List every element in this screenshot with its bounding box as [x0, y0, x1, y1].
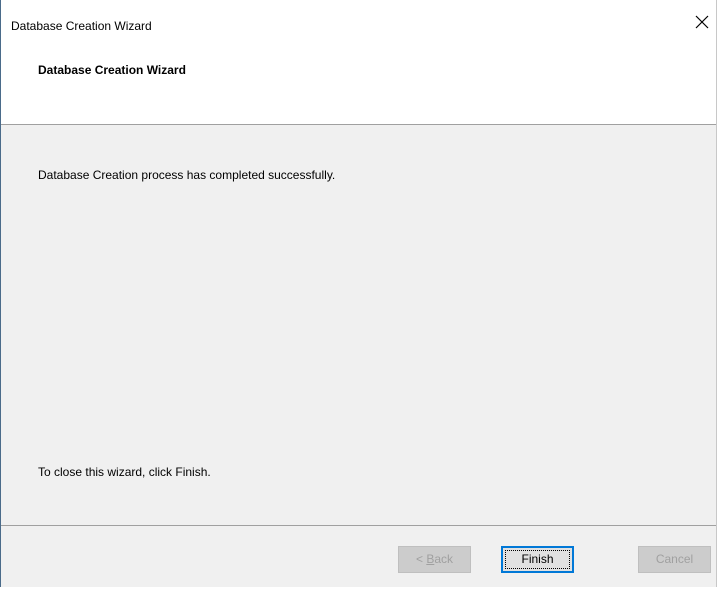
- wizard-content: Database Creation process has completed …: [1, 125, 716, 525]
- title-bar: Database Creation Wizard: [1, 0, 716, 33]
- finish-button[interactable]: Finish: [501, 546, 574, 573]
- header-title: Database Creation Wizard: [38, 63, 186, 77]
- wizard-header: Database Creation Wizard: [1, 30, 716, 124]
- cancel-button[interactable]: Cancel: [638, 546, 711, 573]
- cancel-button-label: Cancel: [655, 552, 694, 566]
- completion-message: Database Creation process has completed …: [38, 168, 336, 182]
- back-button[interactable]: < Back: [398, 546, 471, 573]
- close-hint-text: To close this wizard, click Finish.: [38, 465, 211, 479]
- back-button-prefix: <: [415, 552, 427, 566]
- close-icon: [695, 15, 709, 29]
- back-button-rest: ack: [434, 552, 454, 566]
- focus-ring: [505, 550, 570, 569]
- wizard-window: Database Creation Wizard Database Creati…: [0, 0, 717, 587]
- wizard-footer: < Back Finish Cancel: [1, 526, 716, 587]
